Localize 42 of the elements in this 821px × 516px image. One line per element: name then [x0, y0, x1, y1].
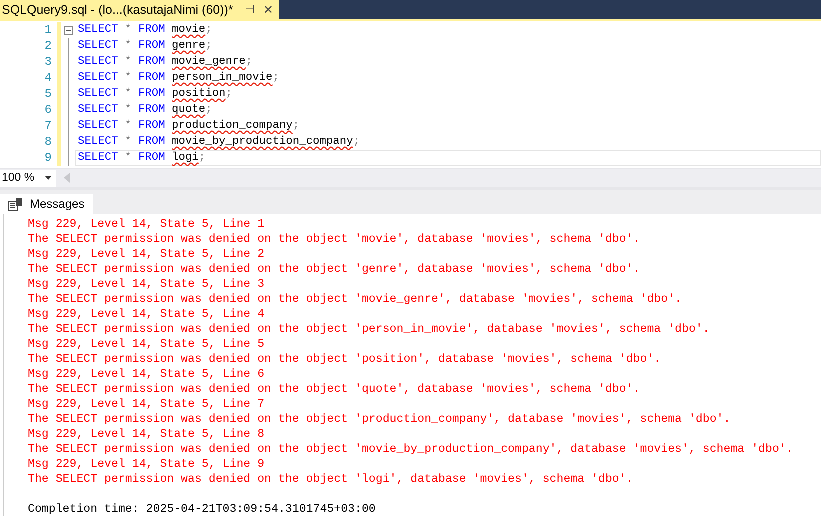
error-message: The SELECT permission was denied on the object 'position', database 'movies', schema 'dbo'.	[28, 352, 662, 367]
error-message: The SELECT permission was denied on the object 'person_in_movie', database 'movies', schema 'dbo'.	[28, 322, 711, 337]
line-number: 7	[44, 119, 52, 133]
line-number: 6	[44, 103, 52, 117]
line-number: 1	[44, 23, 52, 37]
tab-title: SQLQuery9.sql - (lo...(kasutajaNimi (60))*	[2, 2, 234, 16]
error-message: Msg 229, Level 14, State 5, Line 5	[28, 337, 266, 352]
code-line: SELECT * FROM position;	[77, 86, 234, 102]
error-message: Msg 229, Level 14, State 5, Line 8	[28, 427, 266, 442]
error-message: The SELECT permission was denied on the object 'logi', database 'movies', schema 'dbo'.	[28, 472, 634, 487]
document-tab[interactable]: SQLQuery9.sql - (lo...(kasutajaNimi (60))* ⊣ ✕	[0, 0, 280, 19]
completion-time: Completion time: 2025-04-21T03:09:54.3101745+03:00	[28, 502, 377, 516]
line-number: 3	[44, 55, 52, 69]
error-message: The SELECT permission was denied on the object 'movie_by_production_company', database 'movies', schema 'dbo'.	[28, 442, 794, 457]
error-message: Msg 229, Level 14, State 5, Line 1	[28, 217, 266, 232]
line-number: 4	[44, 71, 52, 85]
error-message: Msg 229, Level 14, State 5, Line 7	[28, 397, 266, 412]
code-line: SELECT * FROM movie;	[77, 22, 214, 38]
code-line: SELECT * FROM production_company;	[77, 118, 301, 134]
error-message: The SELECT permission was denied on the object 'quote', database 'movies', schema 'dbo'.	[28, 382, 642, 397]
code-line: SELECT * FROM quote;	[77, 102, 214, 118]
error-message: Msg 229, Level 14, State 5, Line 9	[28, 457, 266, 472]
error-message: The SELECT permission was denied on the object 'movie', database 'movies', schema 'dbo'.	[28, 232, 642, 247]
line-number: 5	[44, 87, 52, 101]
pin-button[interactable]: ⊣	[245, 3, 256, 16]
error-message: The SELECT permission was denied on the object 'movie_genre', database 'movies', schema 'dbo'.	[28, 292, 683, 307]
error-message: Msg 229, Level 14, State 5, Line 3	[28, 277, 266, 292]
messages-tab[interactable]: Messages	[0, 194, 93, 214]
error-message: Msg 229, Level 14, State 5, Line 6	[28, 367, 266, 382]
line-number: 2	[44, 39, 52, 53]
error-message: Msg 229, Level 14, State 5, Line 2	[28, 247, 266, 262]
close-button[interactable]: ✕	[263, 2, 274, 16]
line-number: 9	[44, 151, 52, 165]
error-message: The SELECT permission was denied on the object 'production_company', database 'movies', schema 'dbo'.	[28, 412, 732, 427]
error-message: The SELECT permission was denied on the object 'genre', database 'movies', schema 'dbo'.	[28, 262, 642, 277]
zoom-dropdown[interactable]: 100 %	[0, 170, 56, 186]
line-number: 8	[44, 135, 52, 149]
code-line: SELECT * FROM person_in_movie;	[77, 70, 280, 86]
code-line: SELECT * FROM movie_genre;	[77, 54, 254, 70]
code-line: SELECT * FROM genre;	[77, 38, 214, 54]
code-line: SELECT * FROM movie_by_production_company;	[77, 134, 362, 150]
error-message: Msg 229, Level 14, State 5, Line 4	[28, 307, 266, 322]
